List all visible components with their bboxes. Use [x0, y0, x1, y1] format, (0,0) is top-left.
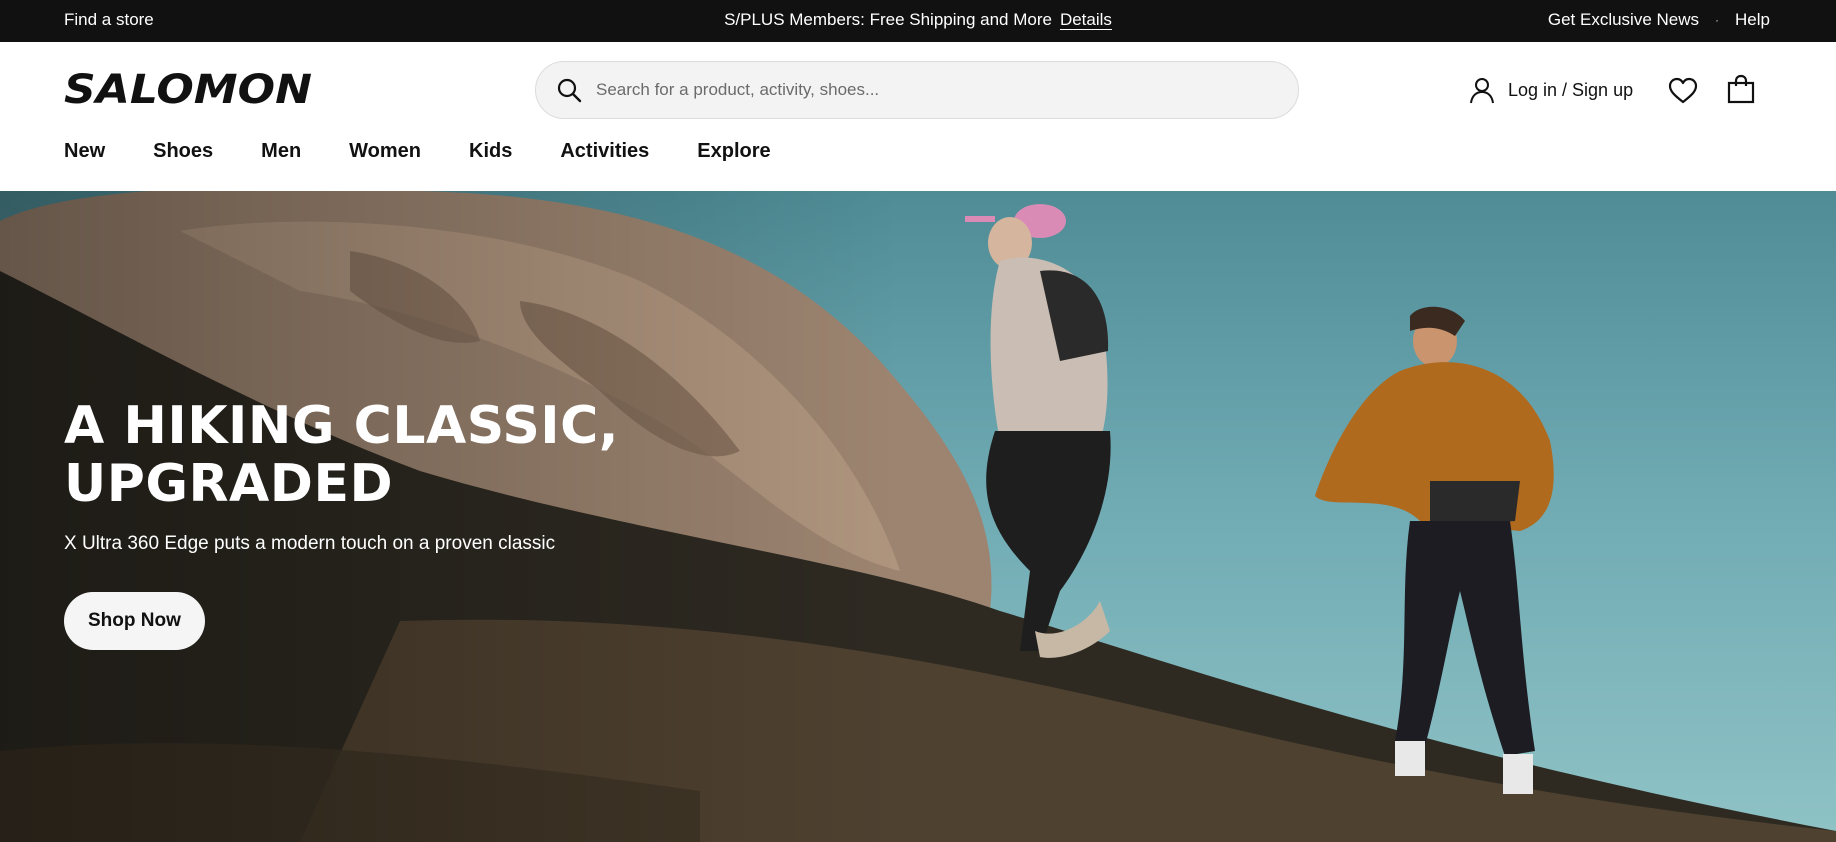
help-link[interactable]: Help	[1735, 10, 1770, 30]
logo-text: SALOMON	[64, 70, 312, 108]
bag-icon[interactable]	[1727, 74, 1755, 104]
user-icon	[1470, 78, 1494, 104]
hero-banner[interactable]: A HIKING CLASSIC, UPGRADED X Ultra 360 E…	[0, 191, 1836, 842]
search-input[interactable]	[596, 80, 1298, 100]
hero-subtitle: X Ultra 360 Edge puts a modern touch on …	[64, 533, 556, 554]
main-navigation: New Shoes Men Women Kids Activities Expl…	[64, 140, 819, 163]
promo-text: S/PLUS Members: Free Shipping and More	[724, 10, 1052, 29]
nav-item-explore[interactable]: Explore	[697, 140, 770, 163]
nav-item-kids[interactable]: Kids	[469, 140, 512, 163]
hero-title-line2: UPGRADED	[64, 454, 394, 514]
search-bar[interactable]	[535, 61, 1299, 119]
exclusive-news-link[interactable]: Get Exclusive News	[1548, 10, 1699, 30]
login-signup-button[interactable]: Log in / Sign up	[1468, 76, 1633, 104]
nav-item-new[interactable]: New	[64, 140, 105, 163]
hero-text-scrim	[0, 191, 900, 842]
search-icon[interactable]	[556, 77, 582, 103]
promo-details-link[interactable]: Details	[1060, 10, 1112, 29]
account-label: Log in / Sign up	[1508, 79, 1634, 100]
salomon-logo[interactable]: SALOMON	[64, 70, 314, 108]
nav-item-shoes[interactable]: Shoes	[153, 140, 213, 163]
topbar-right-links: Get Exclusive News · Help	[1548, 10, 1770, 30]
separator-dot: ·	[1715, 13, 1720, 27]
nav-item-women[interactable]: Women	[349, 140, 421, 163]
heart-icon[interactable]	[1668, 76, 1698, 106]
announcement-bar: Find a store S/PLUS Members: Free Shippi…	[0, 0, 1836, 42]
site-header: SALOMON Log in / Sign up New Shoes Men W…	[0, 42, 1836, 191]
hero-title-line1: A HIKING CLASSIC,	[64, 396, 620, 456]
hero-title: A HIKING CLASSIC, UPGRADED	[64, 397, 784, 513]
nav-item-men[interactable]: Men	[261, 140, 301, 163]
nav-item-activities[interactable]: Activities	[560, 140, 649, 163]
shop-now-button[interactable]: Shop Now	[64, 592, 205, 650]
